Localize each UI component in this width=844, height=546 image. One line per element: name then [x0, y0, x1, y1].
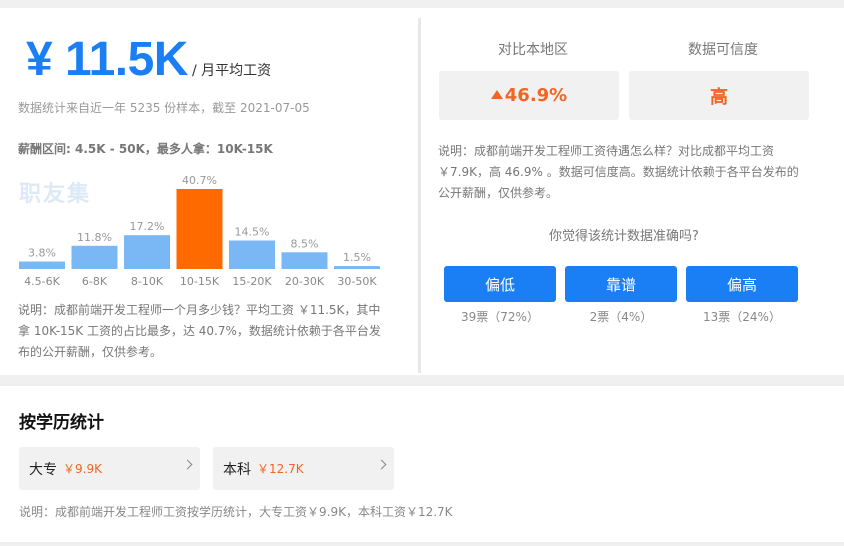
education-item-associate[interactable]: 大专 ￥9.9K [19, 447, 200, 490]
credibility-value: 高 [710, 86, 728, 108]
vertical-divider [418, 18, 421, 373]
bar-15-20K [229, 240, 275, 269]
credibility-box: 高 [629, 71, 809, 120]
bar-value-label: 3.8% [28, 247, 56, 260]
salary-overview-card: ¥ 11.5K / 月平均工资 数据统计来自近一年 5235 份样本，截至 20… [0, 8, 844, 375]
salary-range-text: 薪酬区间: 4.5K - 50K，最多人拿：10K-15K [18, 142, 273, 156]
chevron-right-icon [376, 459, 387, 470]
chart-svg: 3.8% 4.5-6K 11.8% 6-8K 17.2% 8-10K 40.7% 10-15K… [19, 174, 380, 288]
bar-category-label: 20-30K [285, 275, 325, 288]
education-title: 按学历统计 [19, 413, 104, 433]
bar-value-label: 14.5% [235, 225, 270, 238]
vote-question: 你觉得该统计数据准确吗? [549, 229, 699, 244]
education-item-bachelor[interactable]: 本科 ￥12.7K [213, 447, 394, 490]
salary-value: ¥ 11.5K [26, 33, 188, 86]
salary-explanation: 说明：成都前端开发工程师一个月多少钱？平均工资 ￥11.5K，其中拿 10K-1… [18, 303, 381, 359]
bar-4.5-6K [19, 261, 65, 269]
vote-low-count: 39票（72%） [461, 310, 539, 324]
education-salary: ￥12.7K [257, 462, 304, 476]
education-salary: ￥9.9K [63, 462, 102, 476]
bar-category-label: 30-50K [337, 275, 377, 288]
region-compare-box: 46.9% [439, 71, 619, 120]
region-compare-percent: 46.9% [504, 85, 568, 106]
bar-30-50K [334, 266, 380, 269]
bar-value-label: 8.5% [291, 237, 319, 250]
bar-category-label: 15-20K [232, 275, 272, 288]
bar-value-label: 40.7% [182, 174, 217, 187]
education-name: 大专 [29, 461, 57, 478]
bar-value-label: 11.8% [77, 231, 112, 244]
bar-value-label: 1.5% [343, 251, 371, 264]
region-compare-value: 46.9% [490, 85, 568, 106]
bar-category-label: 8-10K [131, 275, 164, 288]
education-explanation: 说明：成都前端开发工程师工资按学历统计，大专工资￥9.9K，本科工资￥12.7K [19, 505, 453, 519]
average-salary: ¥ 11.5K / 月平均工资 [26, 34, 271, 86]
sample-source-text: 数据统计来自近一年 5235 份样本，截至 2021-07-05 [18, 101, 310, 115]
vote-high-button[interactable]: 偏高 [686, 266, 798, 302]
salary-distribution-chart: 3.8% 4.5-6K 11.8% 6-8K 17.2% 8-10K 40.7% 10-15K… [18, 166, 384, 291]
credibility-label: 数据可信度 [688, 42, 758, 58]
vote-low-button[interactable]: 偏低 [444, 266, 556, 302]
compare-explanation: 说明：成都前端开发工程师工资待遇怎么样？对比成都平均工资 ￥7.9K，高 46.… [438, 144, 799, 200]
bar-category-label: 4.5-6K [24, 275, 60, 288]
vote-high-count: 13票（24%） [703, 310, 781, 324]
bar-value-label: 17.2% [130, 220, 165, 233]
education-name: 本科 [223, 461, 251, 478]
region-compare-label: 对比本地区 [498, 42, 568, 58]
bar-category-label: 6-8K [82, 275, 108, 288]
vote-accurate-count: 2票（4%） [589, 310, 653, 324]
salary-unit: / 月平均工资 [191, 63, 272, 79]
chevron-right-icon [182, 459, 193, 470]
bar-20-30K [281, 252, 328, 269]
vote-accurate-button[interactable]: 靠谱 [565, 266, 677, 302]
bar-10-15K [176, 189, 223, 269]
education-stats-card: 按学历统计 大专 ￥9.9K 本科 ￥12.7K 说明：成都前端开发工程师工资按… [0, 386, 844, 542]
bar-6-8K [71, 245, 118, 269]
bar-8-10K [124, 235, 170, 269]
bar-category-label: 10-15K [180, 275, 220, 288]
arrow-up-icon [490, 90, 503, 99]
